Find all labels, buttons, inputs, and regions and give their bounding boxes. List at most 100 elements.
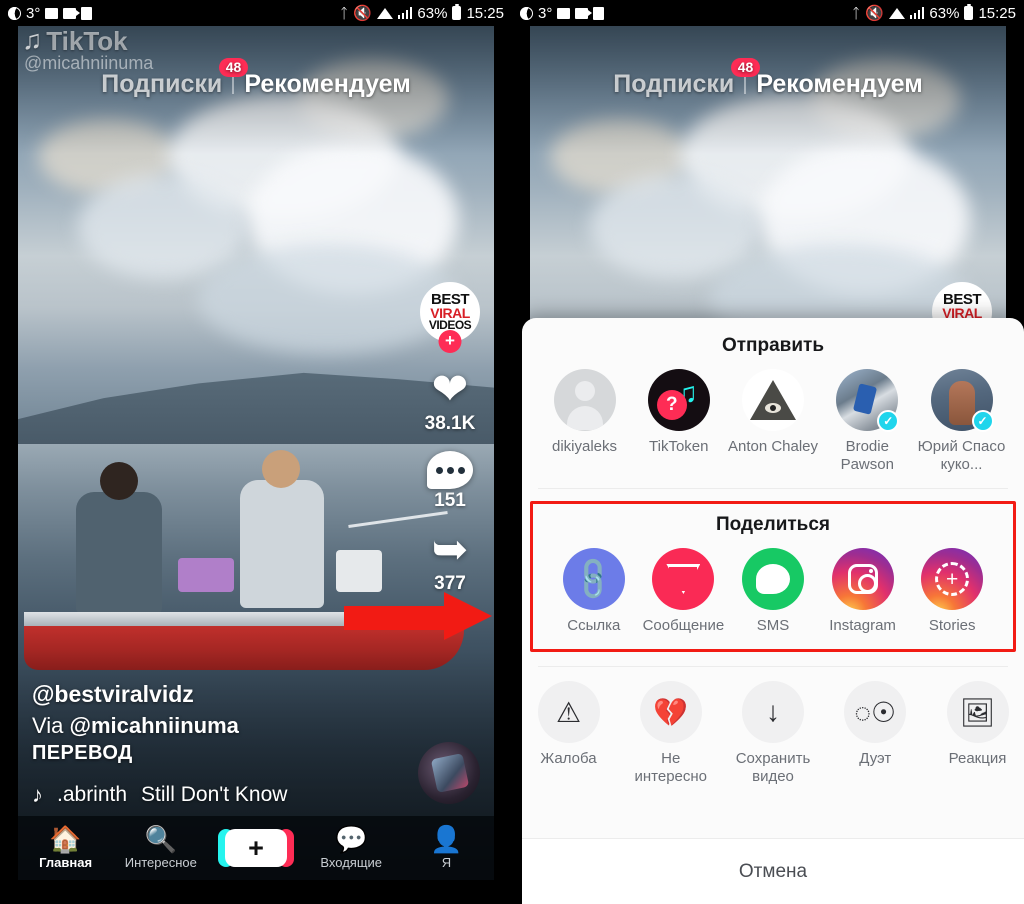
reaction-icon: 🖼	[946, 681, 1009, 743]
inbox-icon: 💬	[335, 824, 368, 854]
video-camera-icon	[63, 7, 81, 19]
music-row[interactable]: ♪ .abrinth Still Don't Know	[32, 782, 372, 808]
instagram-stories-icon: +	[921, 548, 984, 610]
music-title: Still Don't Know	[141, 783, 288, 806]
comment-count: 151	[434, 490, 466, 511]
nav-item-inbox[interactable]: 💬 Входящие	[304, 826, 399, 870]
battery-percent: 63%	[417, 4, 448, 22]
temperature-label: 3°	[538, 4, 553, 22]
direct-message-icon	[652, 548, 715, 610]
clock-label: 15:25	[466, 4, 504, 22]
music-note-icon: ♫	[22, 25, 43, 55]
caption-username[interactable]: @bestviralvidz	[32, 681, 372, 708]
tab-separator	[232, 75, 235, 94]
contact-item[interactable]: Anton Chaley	[727, 369, 820, 474]
photo-icon	[557, 7, 571, 19]
contact-item[interactable]: ♫? TikToken	[632, 369, 725, 474]
action-label: Не интересно	[634, 750, 708, 785]
action-duet[interactable]: ◌☉ Дуэт	[829, 681, 922, 786]
status-bar-right: 3° ᛏ 🔇 63% 15:25	[512, 0, 1024, 26]
music-note-icon: ♪	[32, 782, 43, 807]
contact-name: TikToken	[649, 438, 709, 455]
person-right	[240, 450, 324, 608]
action-report[interactable]: ⚠ Жалоба	[522, 681, 615, 786]
share-target-stories[interactable]: + Stories	[907, 548, 997, 635]
share-target-link[interactable]: 🔗 Ссылка	[549, 548, 639, 635]
action-not-interested[interactable]: 💔 Не интересно	[624, 681, 717, 786]
nav-label-discover: Интересное	[124, 855, 197, 870]
moon-icon	[8, 6, 21, 20]
share-button[interactable]: ➥ 377	[432, 528, 469, 595]
mute-icon: 🔇	[353, 5, 372, 22]
video-camera-icon	[575, 7, 593, 19]
music-disc[interactable]	[418, 742, 480, 804]
send-section-title: Отправить	[721, 335, 825, 356]
tab-for-you[interactable]: Рекомендуем	[756, 70, 922, 99]
duet-circles-icon: ◌☉	[844, 681, 907, 743]
battery-percent: 63%	[929, 4, 960, 22]
nav-item-create[interactable]: +	[208, 829, 303, 867]
video-player-left[interactable]: ♫ TikTok @micahniinuma Подписки 48 Реком…	[18, 24, 494, 880]
nav-item-profile[interactable]: 👤 Я	[399, 826, 494, 870]
tab-for-you-label: Рекомендуем	[244, 70, 411, 98]
temperature-label: 3°	[26, 4, 41, 22]
action-save-video[interactable]: ↓ Сохранить видео	[727, 681, 820, 786]
follow-button[interactable]: +	[438, 330, 462, 353]
action-reaction[interactable]: 🖼 Реакция	[931, 681, 1024, 786]
contact-item[interactable]: ✓ Юрий Спасо куко...	[915, 369, 1008, 474]
translate-button[interactable]: ПЕРЕВОД	[32, 742, 372, 765]
phone-screen-left: ♫ TikTok @micahniinuma Подписки 48 Реком…	[0, 0, 512, 904]
nav-item-discover[interactable]: 🔍 Интересное	[113, 826, 208, 870]
broken-heart-icon: 💔	[639, 681, 702, 743]
action-label: Реакция	[948, 750, 1007, 767]
cancel-button[interactable]: Отмена	[522, 838, 1024, 904]
contact-item[interactable]: dikiyaleks	[538, 369, 631, 474]
search-icon: 🔍	[144, 824, 177, 854]
mute-icon: 🔇	[865, 5, 884, 22]
person-left	[76, 462, 162, 614]
action-rail: BEST VIRAL VIDEOS + ❤ 38.1K 151 ➥ 377	[412, 282, 488, 611]
phone-screen-right: Подписки 48 Рекомендуем BEST VIRAL VIDEO…	[512, 0, 1024, 904]
avatar: ✓	[836, 369, 900, 432]
caption-via: Via @micahniinuma	[32, 713, 372, 739]
action-label: Сохранить видео	[735, 750, 811, 785]
signal-icon	[397, 7, 413, 19]
moon-icon	[520, 6, 533, 20]
divider	[538, 488, 1008, 489]
tab-following[interactable]: Подписки 48	[101, 58, 249, 99]
vibrate-icon	[593, 6, 605, 20]
author-avatar-wrap[interactable]: BEST VIRAL VIDEOS +	[420, 282, 480, 353]
like-button[interactable]: ❤ 38.1K	[425, 368, 476, 435]
share-target-label: Сообщение	[642, 617, 725, 634]
link-icon: 🔗	[562, 548, 625, 610]
warning-triangle-icon: ⚠	[537, 681, 600, 743]
comment-button[interactable]: 151	[427, 451, 473, 512]
tiktoken-avatar-icon: ♫?	[647, 369, 710, 431]
battery-icon	[964, 4, 974, 20]
tab-separator	[744, 75, 747, 94]
avatar	[553, 369, 616, 431]
share-section-highlighted: Поделиться 🔗 Ссылка Сообщение SMS Instag…	[530, 501, 1016, 652]
heart-icon: ❤	[431, 365, 469, 414]
tab-following[interactable]: Подписки 48	[613, 58, 761, 99]
nav-item-home[interactable]: 🏠 Главная	[18, 826, 113, 870]
feed-tabs: Подписки 48 Рекомендуем	[18, 58, 494, 99]
tab-for-you-label: Рекомендуем	[756, 70, 923, 98]
share-target-label: Ссылка	[567, 617, 621, 634]
sms-bubble-icon	[741, 548, 804, 610]
tab-for-you[interactable]: Рекомендуем	[244, 70, 410, 99]
share-target-message[interactable]: Сообщение	[639, 548, 729, 635]
share-target-instagram[interactable]: Instagram	[818, 548, 908, 635]
share-sheet: Отправить dikiyaleks ♫? TikToken Anton C…	[522, 318, 1024, 904]
tab-following-label: Подписки	[101, 70, 223, 98]
action-label: Жалоба	[540, 750, 597, 767]
music-author: .abrinth	[57, 783, 128, 806]
caption-via-user[interactable]: @micahniinuma	[70, 713, 239, 738]
plus-icon[interactable]: +	[218, 829, 294, 867]
nav-label-profile: Я	[441, 855, 452, 870]
share-section-title: Поделиться	[715, 514, 831, 535]
share-target-sms[interactable]: SMS	[728, 548, 818, 635]
clock-label: 15:25	[978, 4, 1016, 22]
photo-icon	[45, 7, 59, 19]
contact-item[interactable]: ✓ Brodie Pawson	[821, 369, 914, 474]
